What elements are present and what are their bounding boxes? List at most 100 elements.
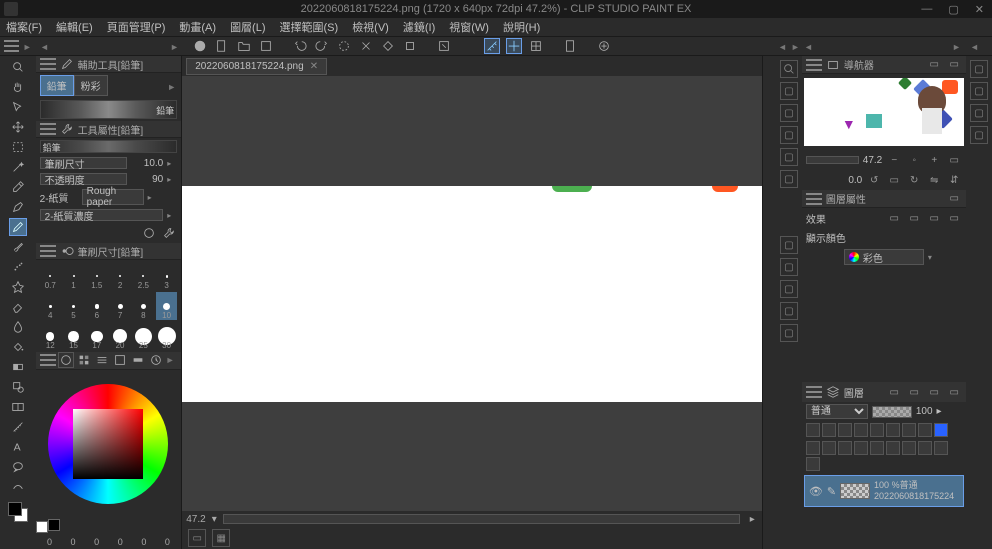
- paper-select[interactable]: Rough paper: [82, 189, 144, 205]
- rq-2-icon[interactable]: ▢: [970, 82, 988, 100]
- canvas[interactable]: [182, 186, 762, 402]
- size-cell[interactable]: 30: [156, 322, 177, 350]
- menu-help[interactable]: 說明(H): [503, 19, 540, 35]
- effect-1-icon[interactable]: ▭: [886, 210, 902, 226]
- fill-icon[interactable]: [380, 38, 396, 54]
- rcol-r-icon[interactable]: [791, 41, 800, 51]
- qa-8-icon[interactable]: ▢: [780, 280, 798, 298]
- layers-header[interactable]: 圖層 ▭ ▭ ▭ ▭: [802, 382, 966, 402]
- zoom-out-icon[interactable]: −: [886, 152, 902, 168]
- menu-layer[interactable]: 圖層(L): [230, 19, 265, 35]
- lb-8-icon[interactable]: [918, 441, 932, 455]
- size-cell[interactable]: 5: [63, 292, 84, 320]
- mini-bg[interactable]: [36, 521, 48, 533]
- tab-pencil[interactable]: 鉛筆: [40, 75, 74, 96]
- hue-ring[interactable]: [48, 384, 168, 504]
- brushsize-slider[interactable]: 筆刷尺寸: [40, 157, 128, 169]
- la-2-icon[interactable]: [822, 423, 836, 437]
- text-tool[interactable]: A: [9, 438, 27, 456]
- marquee-tool[interactable]: [9, 138, 27, 156]
- timeline-icon[interactable]: ▭: [188, 529, 206, 547]
- color-wheel[interactable]: [36, 374, 182, 516]
- h-scroll-right-icon[interactable]: ▸: [746, 514, 758, 525]
- layer-thumbnail[interactable]: [840, 483, 870, 499]
- subtool-menu-icon[interactable]: [40, 58, 56, 70]
- correct-line-tool[interactable]: [9, 478, 27, 496]
- colormode-dropdown-icon[interactable]: ▾: [928, 253, 938, 262]
- size-cell[interactable]: 25: [133, 322, 154, 350]
- menu-page[interactable]: 頁面管理(P): [107, 19, 166, 35]
- effect-4-icon[interactable]: ▭: [946, 210, 962, 226]
- lb-9-icon[interactable]: [934, 441, 948, 455]
- menu-edit[interactable]: 編輯(E): [56, 19, 93, 35]
- menu-window[interactable]: 視窗(W): [449, 19, 489, 35]
- la-3-icon[interactable]: [838, 423, 852, 437]
- zoom-fit-icon[interactable]: ▭: [946, 152, 962, 168]
- brushsize-value[interactable]: 10.0: [131, 158, 163, 169]
- qa-2-icon[interactable]: ▢: [780, 104, 798, 122]
- colormode-select[interactable]: 彩色: [844, 249, 924, 265]
- file-tab-close-icon[interactable]: ✕: [310, 61, 318, 72]
- layer-opacity-bar[interactable]: [872, 406, 912, 418]
- layer-color-tag[interactable]: [934, 423, 948, 437]
- paper-more-icon[interactable]: ▸: [148, 193, 158, 202]
- expand-icon[interactable]: [23, 41, 32, 51]
- save-icon[interactable]: [258, 38, 274, 54]
- zoom-in-icon[interactable]: +: [926, 152, 942, 168]
- lb-folder-icon[interactable]: [822, 441, 836, 455]
- effect-3-icon[interactable]: ▭: [926, 210, 942, 226]
- crop-icon[interactable]: [402, 38, 418, 54]
- canvas-viewport[interactable]: [182, 76, 762, 511]
- size-cell[interactable]: 15: [63, 322, 84, 350]
- assets-icon[interactable]: [596, 38, 612, 54]
- figure-tool[interactable]: [9, 378, 27, 396]
- zoom-readout[interactable]: 47.2: [186, 514, 205, 525]
- undo-icon[interactable]: [292, 38, 308, 54]
- dashed-circle-icon[interactable]: [336, 38, 352, 54]
- minimize-button[interactable]: —: [917, 3, 936, 16]
- layerprop-header[interactable]: 圖層屬性 ▭: [802, 190, 966, 208]
- size-cell[interactable]: 4: [40, 292, 61, 320]
- layer-opacity-value[interactable]: 100: [916, 406, 933, 417]
- rotate-ccw-icon[interactable]: ↺: [866, 172, 882, 188]
- wrench-settings-icon[interactable]: [161, 225, 177, 241]
- layers-opt2-icon[interactable]: ▭: [906, 384, 922, 400]
- tab-pastel[interactable]: 粉彩: [74, 75, 108, 96]
- mini-fg[interactable]: [48, 519, 60, 531]
- hamburger-icon[interactable]: [4, 40, 19, 52]
- rotate-cw-icon[interactable]: ↻: [906, 172, 922, 188]
- brush-preview-small[interactable]: 鉛筆: [40, 140, 178, 153]
- h-scrollbar[interactable]: [223, 514, 741, 524]
- blend-tool[interactable]: [9, 318, 27, 336]
- nav-opt1-icon[interactable]: ▭: [926, 57, 942, 73]
- v-scrollbar[interactable]: [762, 56, 776, 549]
- open-file-icon[interactable]: [236, 38, 252, 54]
- nav-header[interactable]: 導航器 ▭ ▭: [802, 56, 966, 74]
- csp-icon[interactable]: [192, 38, 208, 54]
- lb-6-icon[interactable]: [886, 441, 900, 455]
- paper-density-slider[interactable]: 2-紙質濃度: [40, 209, 164, 221]
- qa-1-icon[interactable]: ▢: [780, 82, 798, 100]
- color-menu-icon[interactable]: [40, 354, 56, 366]
- snap-ruler-icon[interactable]: [484, 38, 500, 54]
- layer-edit-icon[interactable]: ✎: [827, 485, 836, 498]
- eraser-tool[interactable]: [9, 298, 27, 316]
- brushsize-menu-icon[interactable]: [40, 245, 56, 257]
- menu-file[interactable]: 檔案(F): [6, 19, 42, 35]
- opacity-stepper[interactable]: ▸: [167, 175, 177, 184]
- redo-icon[interactable]: [314, 38, 330, 54]
- opacity-value[interactable]: 90: [131, 174, 163, 185]
- subtool-header[interactable]: 輔助工具[鉛筆]: [36, 56, 182, 73]
- color-expand-icon[interactable]: [166, 355, 176, 365]
- color-set-icon[interactable]: [112, 352, 128, 368]
- toolprop-header[interactable]: 工具屬性[鉛筆]: [36, 121, 182, 138]
- layers-menu-icon[interactable]: [806, 386, 822, 398]
- move-tool[interactable]: [9, 118, 27, 136]
- rcol-l-icon[interactable]: [778, 41, 787, 51]
- maximize-button[interactable]: ▢: [944, 3, 962, 16]
- pen-tool[interactable]: [9, 198, 27, 216]
- qa-5-icon[interactable]: ▢: [780, 170, 798, 188]
- zoom-slider-icon[interactable]: ◦: [906, 152, 922, 168]
- menu-select[interactable]: 選擇範圍(S): [280, 19, 339, 35]
- anim-cells-icon[interactable]: ▦: [212, 529, 230, 547]
